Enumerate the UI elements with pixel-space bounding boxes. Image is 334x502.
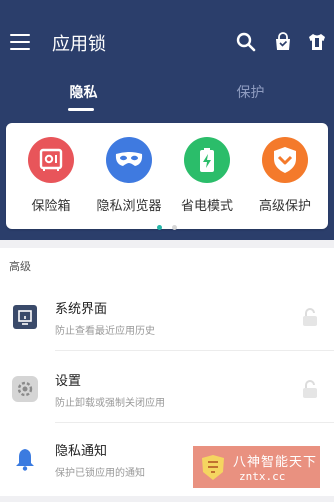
tab-protection[interactable]: 保护	[167, 82, 334, 102]
feature-label: 高级保护	[258, 199, 311, 214]
watermark: 八神智能天下 zntx.cc	[193, 446, 320, 488]
divider	[55, 422, 334, 423]
section-title: 高级	[9, 260, 31, 273]
page-indicator	[6, 215, 328, 234]
feature-advanced-protection[interactable]: 高级保护	[240, 137, 330, 214]
mask-icon	[106, 137, 152, 183]
watermark-title: 八神智能天下	[233, 455, 318, 470]
item-description: 防止卸载或强制关闭应用	[55, 398, 165, 409]
theme-shirt-icon[interactable]	[307, 32, 327, 52]
feature-label: 省电模式	[180, 199, 233, 214]
shield-icon	[262, 137, 308, 183]
shopping-bag-icon[interactable]	[273, 32, 293, 52]
feature-card: 保险箱 隐私浏览器 省电模式 高级保护	[6, 123, 330, 230]
page-dot-active	[157, 225, 163, 230]
item-description: 保护已锁应用的通知	[55, 468, 145, 479]
page-dot	[171, 225, 177, 230]
item-title: 系统界面	[55, 302, 108, 317]
settings-gear-icon	[12, 376, 38, 402]
feature-private-browser[interactable]: 隐私浏览器	[84, 137, 174, 214]
bell-icon	[16, 449, 34, 471]
feature-label: 保险箱	[31, 199, 71, 214]
tab-privacy[interactable]: 隐私	[0, 82, 167, 102]
battery-icon	[184, 137, 230, 183]
lock-icon[interactable]	[302, 380, 318, 398]
app-bar: 应用锁	[0, 0, 334, 70]
watermark-url: zntx.cc	[239, 470, 286, 483]
watermark-logo-icon	[202, 455, 224, 480]
feature-power-saving[interactable]: 省电模式	[162, 137, 252, 214]
feature-label: 隐私浏览器	[96, 199, 162, 214]
app-title: 应用锁	[52, 34, 106, 55]
search-icon[interactable]	[236, 32, 256, 52]
system-ui-icon	[13, 305, 37, 329]
lock-icon[interactable]	[302, 308, 318, 326]
active-tab-indicator	[68, 108, 94, 111]
safe-icon	[28, 137, 74, 183]
feature-safe[interactable]: 保险箱	[6, 137, 96, 214]
menu-icon[interactable]	[10, 34, 30, 50]
item-title: 设置	[55, 374, 82, 389]
item-title: 隐私通知	[55, 444, 108, 459]
divider	[55, 350, 334, 351]
item-description: 防止查看最近应用历史	[55, 326, 155, 337]
tab-bar: 隐私 保护	[0, 74, 334, 112]
